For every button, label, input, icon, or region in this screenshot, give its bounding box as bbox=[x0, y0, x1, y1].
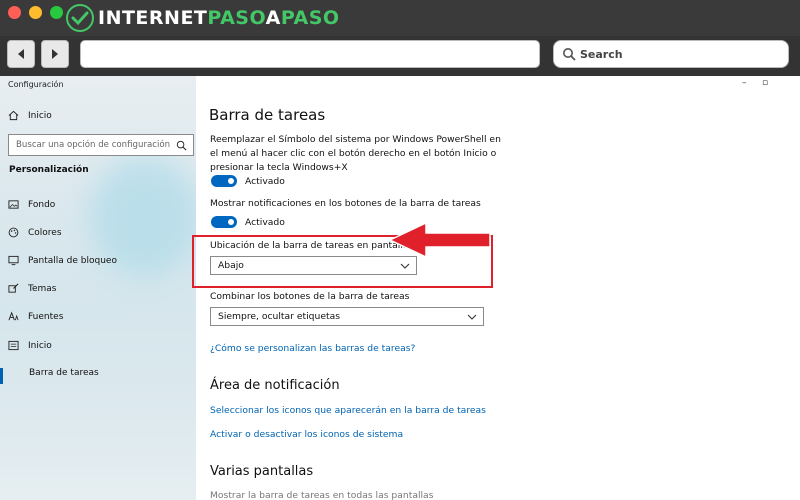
font-icon bbox=[8, 311, 19, 321]
settings-content: – ▫ Barra de tareas Reemplazar el Símbol… bbox=[196, 76, 800, 500]
sidebar-item-pantalla-de-bloqueo[interactable]: Pantalla de bloqueo bbox=[8, 255, 117, 266]
badges-description: Mostrar notificaciones en los botones de… bbox=[210, 198, 481, 209]
powershell-description: Reemplazar el Símbolo del sistema por Wi… bbox=[210, 134, 501, 173]
search-icon bbox=[563, 48, 576, 61]
sidebar-item-inicio[interactable]: Inicio bbox=[8, 340, 52, 351]
home-icon bbox=[8, 110, 19, 121]
combine-dropdown[interactable]: Siempre, ocultar etiquetas bbox=[210, 307, 484, 326]
close-window-button[interactable] bbox=[8, 6, 21, 19]
active-indicator bbox=[0, 368, 3, 384]
window-minimize-button[interactable]: – bbox=[742, 78, 747, 88]
logo-text: INTERNETPASOAPASO bbox=[98, 7, 340, 29]
page-title: Barra de tareas bbox=[209, 106, 326, 124]
sidebar-section-title: Personalización bbox=[9, 165, 89, 175]
browser-toolbar: Search bbox=[0, 36, 800, 76]
brush-icon bbox=[8, 283, 19, 293]
browser-chrome: INTERNETPASOAPASO Search bbox=[0, 0, 800, 76]
search-icon bbox=[176, 140, 187, 150]
logo-icon bbox=[66, 4, 94, 32]
combine-label: Combinar los botones de la barra de tare… bbox=[210, 291, 410, 302]
search-label: Search bbox=[580, 47, 623, 61]
sidebar-item-colores[interactable]: Colores bbox=[8, 227, 62, 238]
window-title: Configuración bbox=[8, 80, 64, 89]
sidebar-item-home[interactable]: Inicio bbox=[8, 110, 52, 121]
sidebar-item-barra-de-tareas[interactable]: Barra de tareas bbox=[12, 368, 99, 378]
address-bar[interactable] bbox=[80, 40, 540, 68]
back-button[interactable] bbox=[7, 40, 35, 68]
notification-area-heading: Área de notificación bbox=[210, 378, 340, 393]
system-icons-link[interactable]: Activar o desactivar los iconos de siste… bbox=[210, 429, 403, 440]
arrow-left-icon bbox=[388, 221, 491, 259]
arrow-right-icon bbox=[52, 49, 58, 59]
sidebar: Configuración Inicio Buscar una opción d… bbox=[0, 76, 200, 500]
sidebar-item-fuentes[interactable]: Fuentes bbox=[8, 311, 63, 322]
badges-toggle[interactable]: Activado bbox=[211, 216, 285, 228]
multiple-displays-heading: Varias pantallas bbox=[210, 464, 314, 479]
powershell-toggle[interactable]: Activado bbox=[211, 175, 285, 187]
settings-window: Configuración Inicio Buscar una opción d… bbox=[0, 76, 800, 500]
toggle-switch[interactable] bbox=[211, 216, 237, 228]
toggle-switch[interactable] bbox=[211, 175, 237, 187]
arrow-left-icon bbox=[18, 49, 24, 59]
picture-icon bbox=[8, 200, 19, 209]
zoom-window-button[interactable] bbox=[50, 6, 63, 19]
select-icons-link[interactable]: Seleccionar los iconos que aparecerán en… bbox=[210, 405, 486, 416]
start-menu-icon bbox=[8, 340, 19, 351]
chevron-down-icon bbox=[467, 314, 477, 320]
browser-titlebar: INTERNETPASOAPASO bbox=[0, 0, 800, 36]
forward-button[interactable] bbox=[41, 40, 69, 68]
site-logo: INTERNETPASOAPASO bbox=[66, 3, 340, 33]
palette-icon bbox=[8, 227, 19, 238]
minimize-window-button[interactable] bbox=[29, 6, 42, 19]
sidebar-item-fondo[interactable]: Fondo bbox=[8, 199, 55, 210]
multiple-displays-text: Mostrar la barra de tareas en todas las … bbox=[210, 490, 434, 500]
browser-search-field[interactable]: Search bbox=[553, 40, 789, 68]
window-maximize-button[interactable]: ▫ bbox=[762, 78, 768, 88]
monitor-icon bbox=[8, 255, 19, 266]
help-link[interactable]: ¿Cómo se personalizan las barras de tare… bbox=[210, 343, 415, 354]
settings-search-input[interactable]: Buscar una opción de configuración bbox=[8, 134, 194, 156]
sidebar-item-temas[interactable]: Temas bbox=[8, 283, 56, 294]
